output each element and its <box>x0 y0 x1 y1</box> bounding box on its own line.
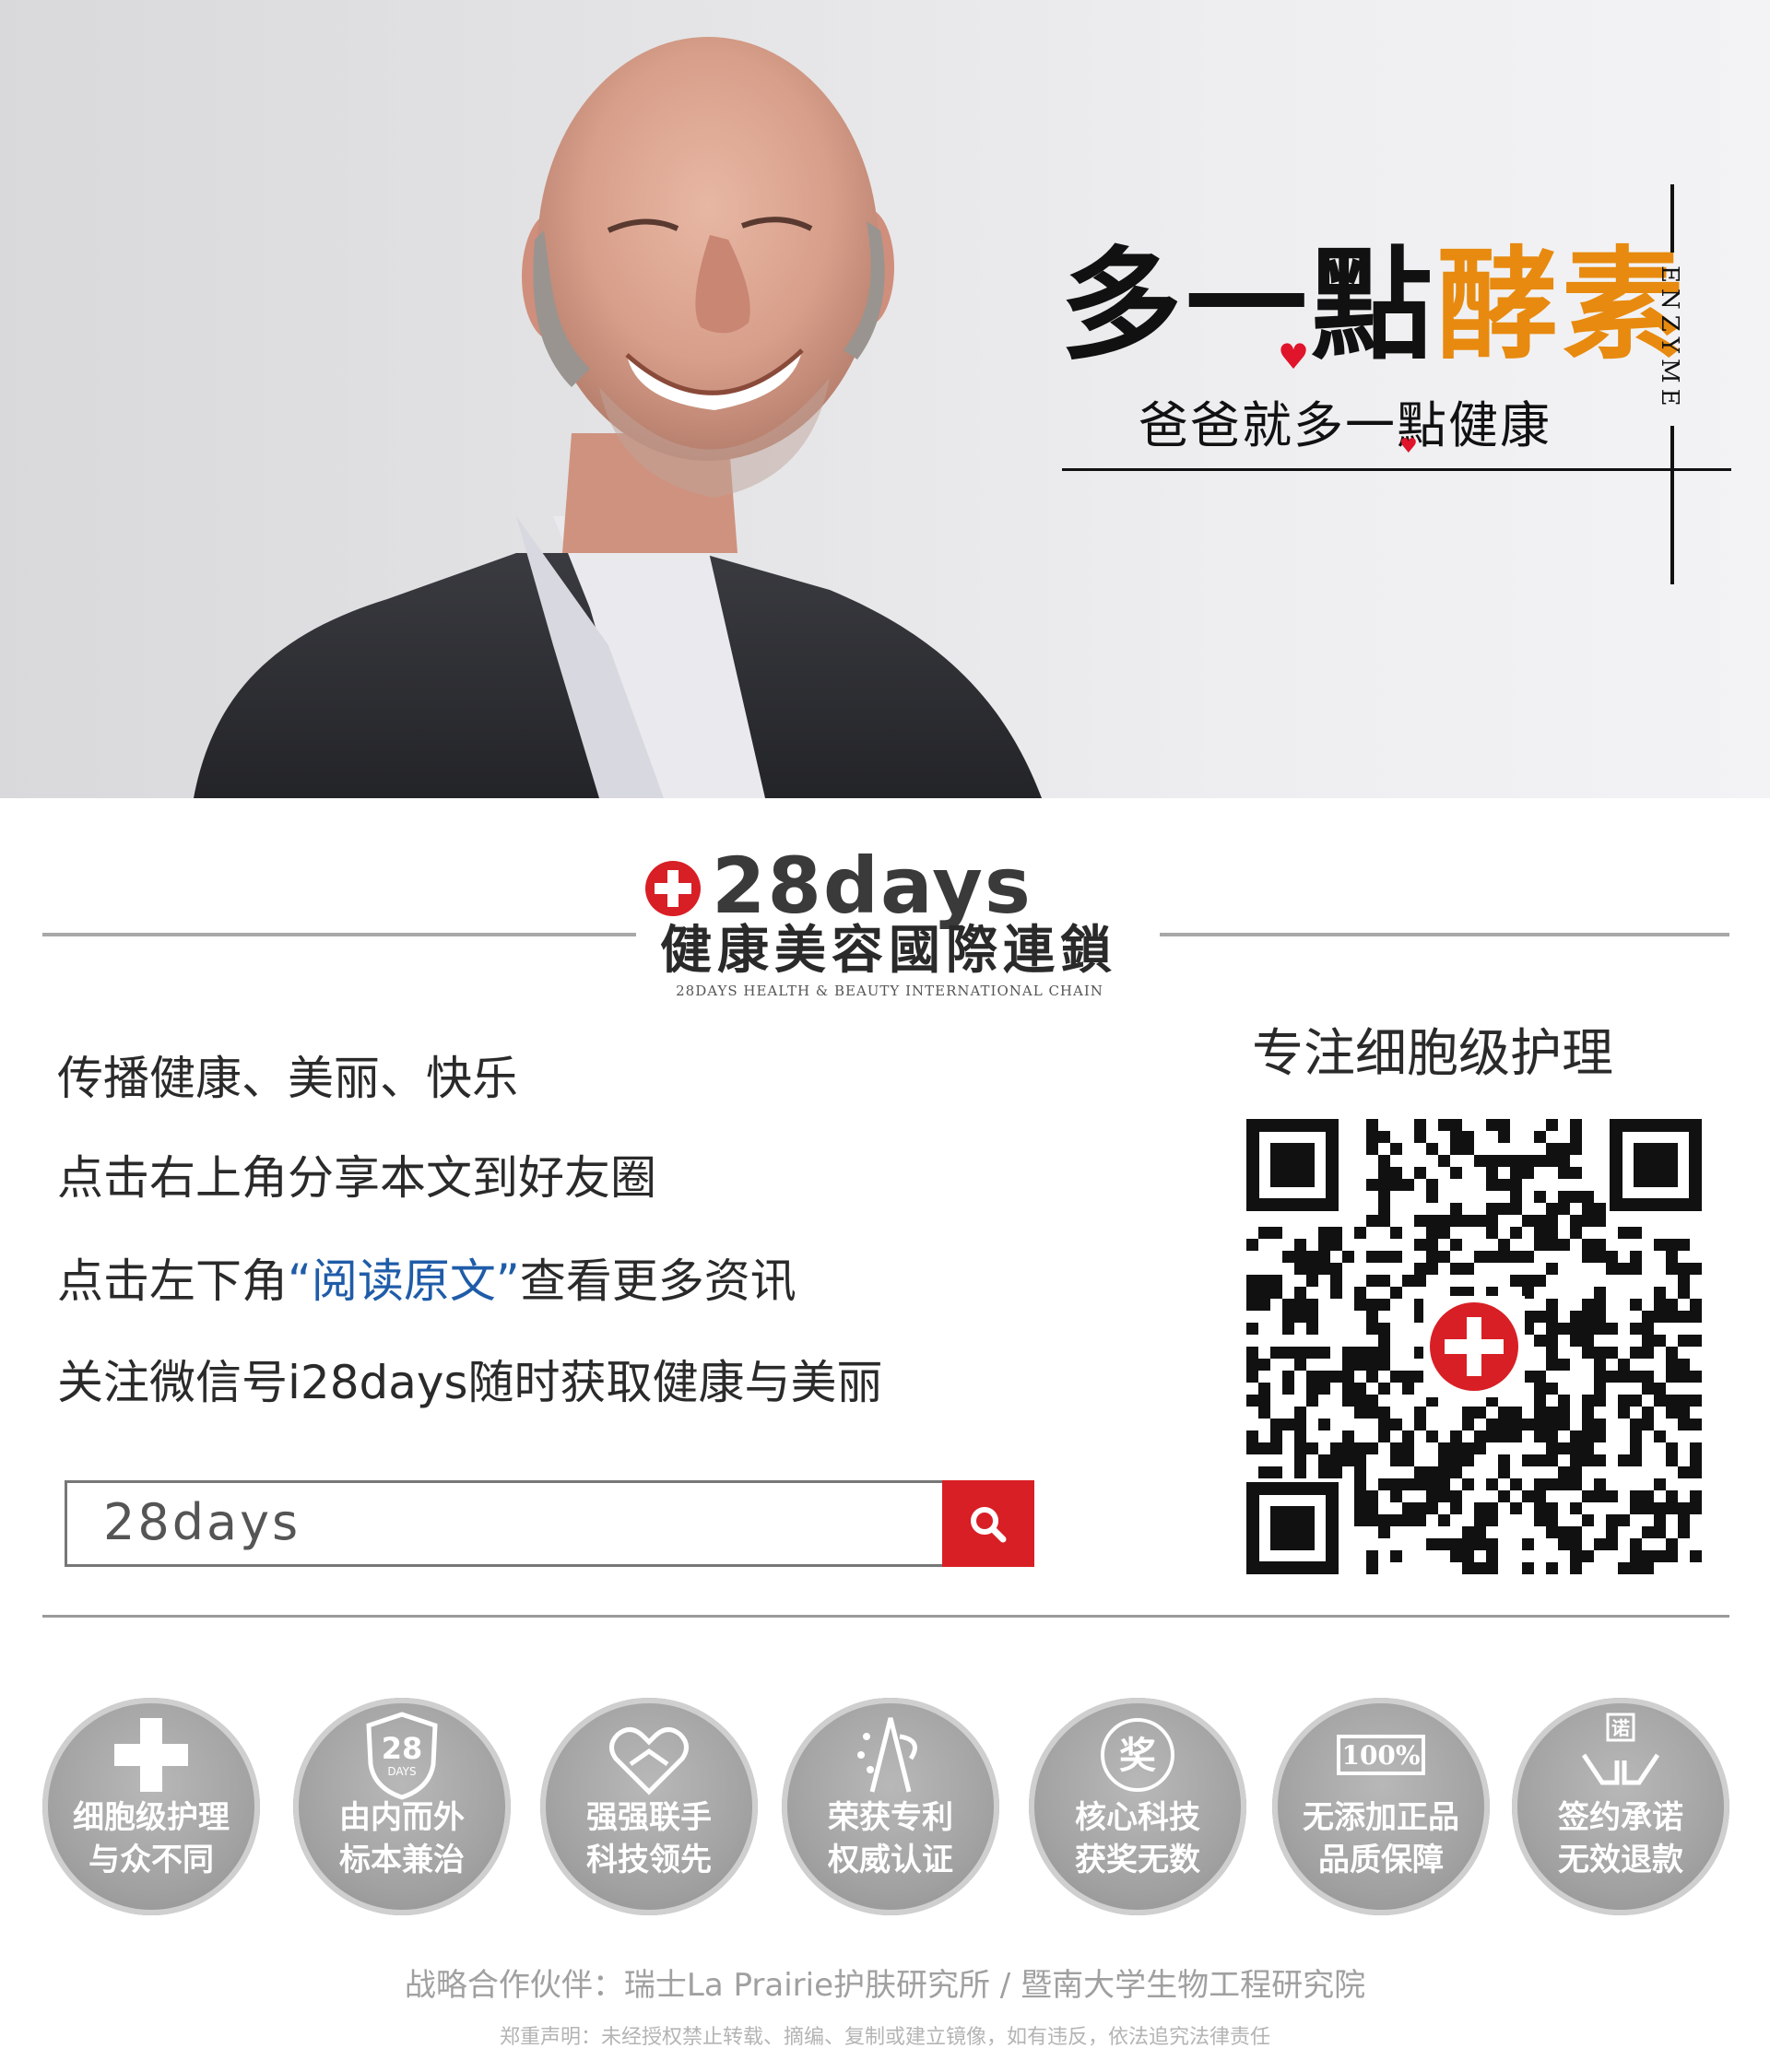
read-original-link[interactable]: “阅读原文” <box>288 1254 520 1308</box>
promise-hands-icon: 诺 <box>1581 1713 1660 1785</box>
vertical-divider <box>1670 184 1674 253</box>
headline: 多一點酵素 <box>1060 241 1687 371</box>
badge-subtitle: 科技领先 <box>586 1842 712 1878</box>
disclaimer-text: 郑重声明：未经授权禁止转载、摘编、复制或建立镜像，如有违反，依法追究法律责任 <box>499 2026 1270 2049</box>
horizontal-divider <box>1062 468 1731 471</box>
divider <box>1160 933 1729 936</box>
info-line-3-end: 查看更多资讯 <box>519 1254 796 1308</box>
enzyme-vertical-label: ENZYME <box>1656 265 1683 412</box>
hero-banner: 多一點酵素 ♥ 爸爸就多一點健康 ♥ ENZYME <box>0 0 1770 798</box>
info-line-3: 点击左下角“阅读原文”查看更多资讯 <box>57 1254 796 1309</box>
badge-title: 强强联手 <box>586 1799 712 1836</box>
shield-28-icon: 28DAYS <box>366 1712 438 1800</box>
badge-subtitle: 权威认证 <box>828 1842 953 1878</box>
vertical-divider <box>1670 426 1674 584</box>
cross-icon <box>114 1718 188 1792</box>
badge-title: 签约承诺 <box>1558 1799 1683 1836</box>
partners-text: 战略合作伙伴：瑞士La Prairie护肤研究所 / 暨南大学生物工程研究院 <box>404 1967 1366 2004</box>
qr-code-image <box>1246 1119 1702 1574</box>
divider <box>42 933 636 936</box>
feature-badge: 强强联手 科技领先 <box>540 1698 758 1915</box>
info-line-4: 关注微信号i28days随时获取健康与美丽 <box>57 1356 883 1409</box>
badge-subtitle: 与众不同 <box>88 1842 214 1878</box>
promise-char: 诺 <box>1611 1717 1630 1739</box>
heart-icon: ♥ <box>1278 336 1310 377</box>
search-button[interactable] <box>942 1480 1034 1567</box>
shield-number: 28 <box>382 1731 423 1766</box>
award-icon: 奖 <box>1101 1718 1174 1792</box>
badge-subtitle: 获奖无数 <box>1075 1842 1200 1878</box>
feature-badge: 细胞级护理 与众不同 <box>42 1698 260 1915</box>
award-char: 奖 <box>1119 1735 1156 1777</box>
hundred-percent-icon: 100% <box>1337 1735 1425 1775</box>
badge-title: 荣获专利 <box>828 1799 953 1836</box>
headline-black-text: 多一點 <box>1060 235 1436 377</box>
qr-title: 专注细胞级护理 <box>1252 1024 1613 1084</box>
brand-english-name: 28DAYS HEALTH & BEAUTY INTERNATIONAL CHA… <box>676 983 1103 999</box>
subheadline: 爸爸就多一點健康 <box>1139 396 1552 454</box>
patent-icon <box>857 1717 917 1793</box>
badge-title: 无添加正品 <box>1303 1799 1459 1836</box>
brand-chinese-name: 健康美容國際連鎖 <box>660 921 1117 981</box>
search-icon <box>971 1507 1007 1543</box>
feature-badge: 28 DAYS 由内而外 标本兼治 <box>293 1698 511 1915</box>
badge-subtitle: 品质保障 <box>1318 1842 1444 1878</box>
badge-title: 由内而外 <box>339 1799 465 1836</box>
info-line-3-start: 点击左下角 <box>57 1254 288 1308</box>
badge-title: 细胞级护理 <box>73 1799 230 1836</box>
heart-icon: ♥ <box>1399 435 1418 458</box>
shield-sub: DAYS <box>387 1765 416 1778</box>
divider <box>42 1615 1729 1618</box>
handshake-icon <box>609 1727 689 1795</box>
feature-badge: 诺签约承诺 无效退款 <box>1512 1698 1729 1915</box>
info-line-2: 点击右上角分享本文到好友圈 <box>57 1151 656 1205</box>
feature-badge: 荣获专利 权威认证 <box>782 1698 999 1915</box>
info-line-1: 传播健康、美丽、快乐 <box>57 1052 518 1105</box>
badge-title: 核心科技 <box>1075 1799 1200 1836</box>
feature-badge: 100% 无添加正品品质保障 <box>1272 1698 1490 1915</box>
badge-subtitle: 标本兼治 <box>339 1842 465 1878</box>
brand-logo-text: 28days <box>712 841 1032 931</box>
badge-subtitle: 无效退款 <box>1558 1842 1683 1878</box>
brand-cross-icon <box>645 861 701 916</box>
search-input-value: 28days <box>103 1493 301 1551</box>
percent-text: 100% <box>1341 1740 1420 1771</box>
feature-badge: 奖核心科技 获奖无数 <box>1029 1698 1246 1915</box>
